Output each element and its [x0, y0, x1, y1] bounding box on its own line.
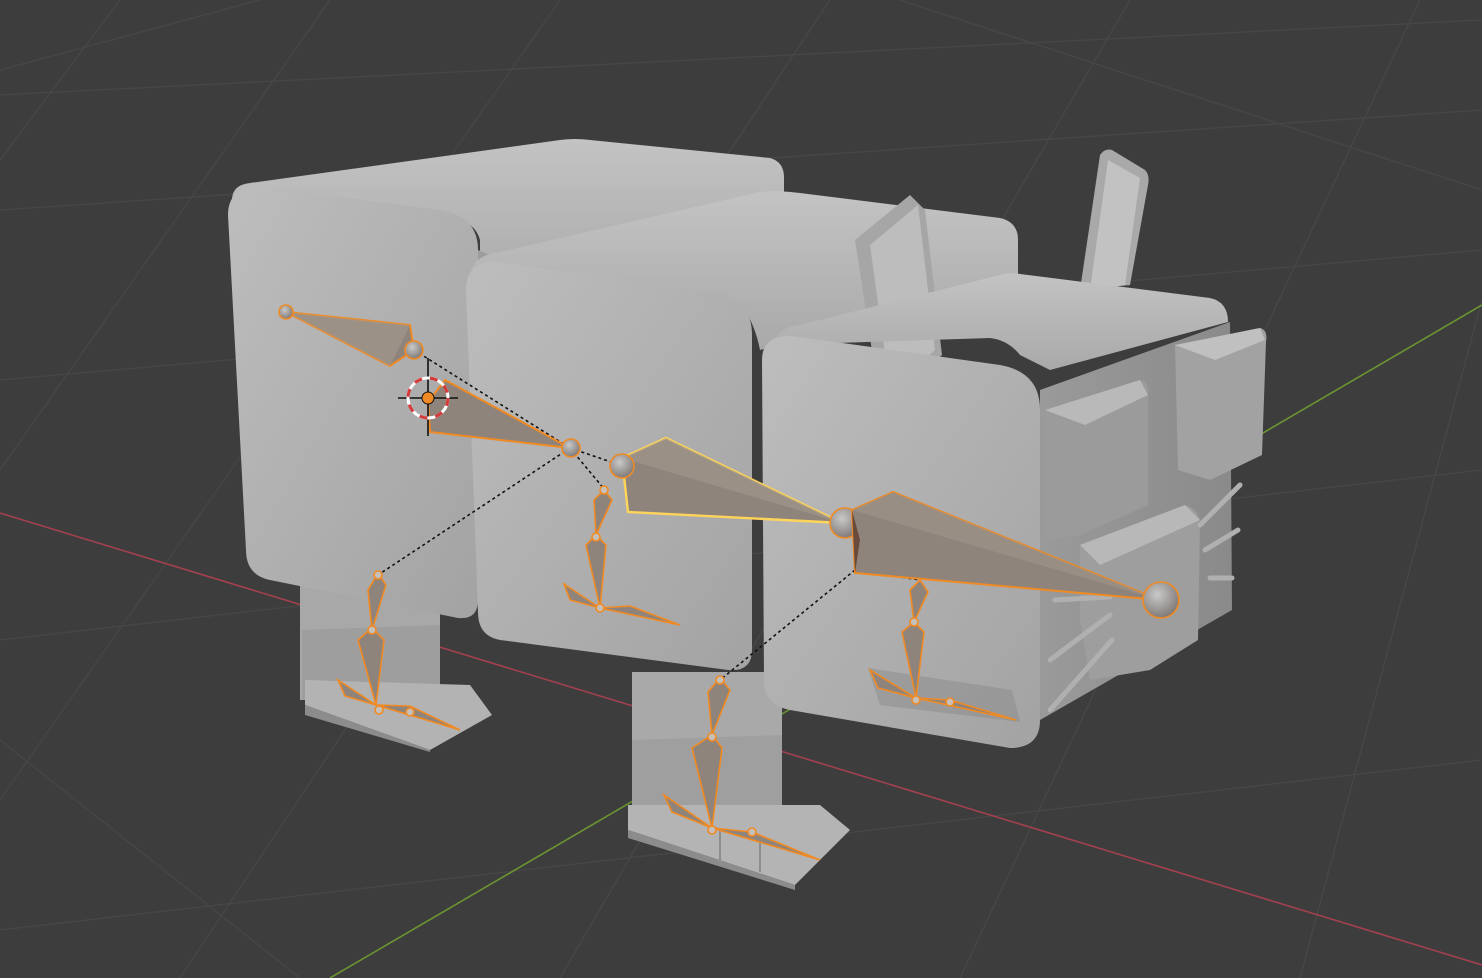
3d-viewport[interactable]	[0, 0, 1482, 978]
